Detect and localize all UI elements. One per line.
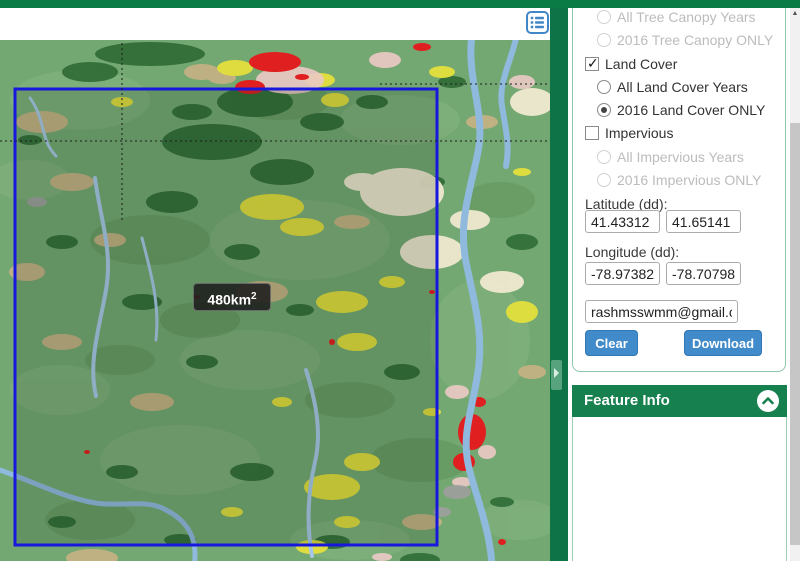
radio-icon: [597, 33, 611, 47]
map-region: 480km2: [0, 8, 550, 561]
longitude-label: Longitude (dd):: [585, 244, 680, 260]
top-green-bar: [0, 0, 800, 8]
control-label: 2016 Land Cover ONLY: [617, 102, 766, 118]
layers-list-button[interactable]: [526, 11, 549, 34]
area-tooltip-sup: 2: [251, 291, 257, 302]
radio-icon: [597, 173, 611, 187]
feature-info-collapse-button[interactable]: [757, 390, 779, 412]
radio-icon: [597, 80, 611, 94]
sidebar-collapse-handle[interactable]: [551, 360, 562, 390]
map-toolbar: [0, 8, 550, 40]
chevron-up-icon: [762, 397, 774, 405]
feature-info-panel: Feature Info: [572, 385, 787, 561]
radio-icon: [597, 150, 611, 164]
checkbox-icon: [585, 126, 599, 140]
control-label: 2016 Impervious ONLY: [617, 172, 762, 188]
scrollbar-up-arrow[interactable]: ▲: [790, 8, 800, 20]
clear-button[interactable]: Clear: [585, 330, 638, 356]
control-label: 2016 Tree Canopy ONLY: [617, 32, 774, 48]
scrollbar-thumb[interactable]: [790, 123, 800, 545]
radio-2016-land-cover-only[interactable]: 2016 Land Cover ONLY: [597, 100, 765, 120]
radio-all-tree-canopy-years: All Tree Canopy Years: [597, 8, 756, 27]
area-tooltip-text: 480km: [207, 291, 252, 308]
feature-info-header: Feature Info: [572, 385, 787, 417]
radio-icon: [597, 10, 611, 24]
chevron-right-icon: [554, 368, 559, 378]
sidebar: All Tree Canopy Years 2016 Tree Canopy O…: [568, 8, 790, 561]
checkbox-land-cover[interactable]: Land Cover: [585, 54, 677, 74]
checkbox-impervious[interactable]: Impervious: [585, 123, 673, 143]
radio-2016-tree-canopy-only: 2016 Tree Canopy ONLY: [597, 30, 773, 50]
land-cover-map: [0, 40, 550, 561]
radio-selected-icon: [597, 103, 611, 117]
radio-2016-impervious-only: 2016 Impervious ONLY: [597, 170, 761, 190]
feature-info-title: Feature Info: [584, 392, 670, 409]
control-label: All Tree Canopy Years: [617, 9, 756, 25]
longitude-max-input[interactable]: [666, 262, 741, 285]
checkbox-checked-icon: [585, 55, 599, 72]
app-window: 480km2 All Tree Canopy Years 2016 Tree C…: [0, 0, 800, 561]
download-panel: All Tree Canopy Years 2016 Tree Canopy O…: [572, 8, 786, 372]
radio-all-land-cover-years[interactable]: All Land Cover Years: [597, 77, 748, 97]
feature-info-body: [572, 417, 787, 561]
latitude-max-input[interactable]: [666, 210, 741, 233]
latitude-min-input[interactable]: [585, 210, 660, 233]
control-label: All Impervious Years: [617, 149, 744, 165]
download-button[interactable]: Download: [684, 330, 762, 356]
sidebar-divider: [550, 8, 568, 561]
selection-rectangle[interactable]: [13, 87, 439, 547]
page-scrollbar: ▲: [790, 8, 800, 561]
control-label: Land Cover: [605, 56, 678, 72]
control-label: All Land Cover Years: [617, 79, 748, 95]
radio-all-impervious-years: All Impervious Years: [597, 147, 744, 167]
area-tooltip: 480km2: [193, 283, 271, 311]
email-input[interactable]: [585, 300, 738, 323]
list-icon: [530, 16, 544, 29]
longitude-min-input[interactable]: [585, 262, 660, 285]
control-label: Impervious: [605, 125, 674, 141]
map-canvas[interactable]: 480km2: [0, 40, 550, 561]
